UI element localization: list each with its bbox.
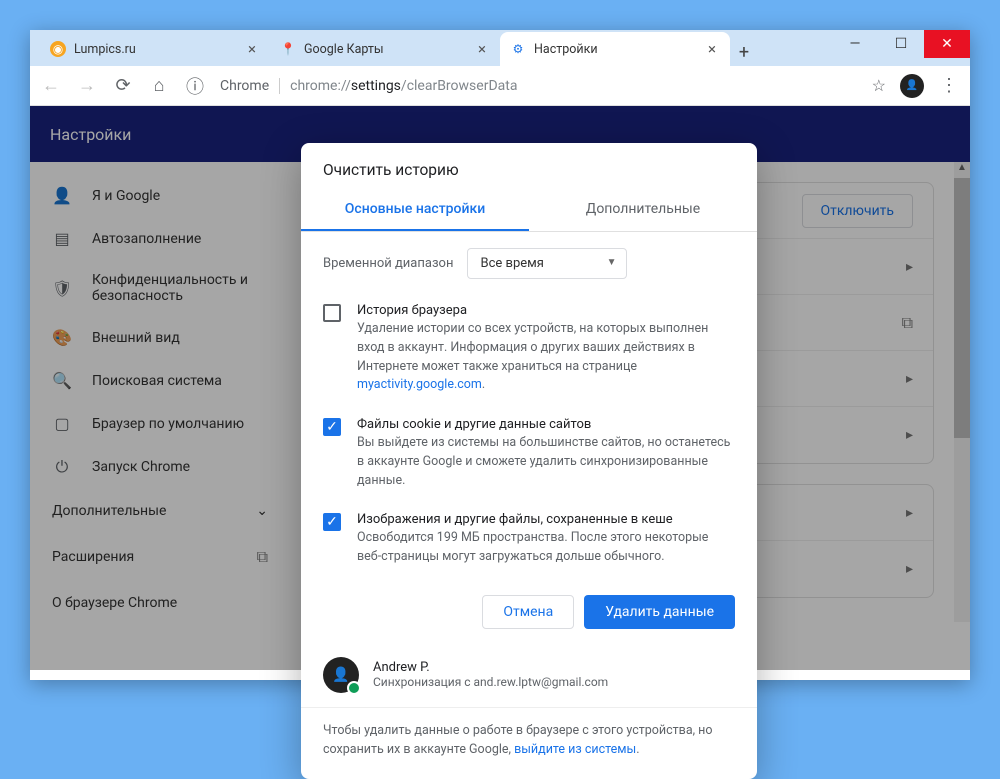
option-text: Изображения и другие файлы, сохраненные … [357,512,735,567]
reload-button[interactable]: ⟳ [112,75,134,96]
tab-advanced[interactable]: Дополнительные [529,189,757,231]
dialog-tabs: Основные настройки Дополнительные [301,189,757,232]
tab-strip: ◉ Lumpics.ru × 📍 Google Карты × ⚙ Настро… [30,30,970,66]
tab-title: Lumpics.ru [74,42,136,57]
profile-avatar[interactable]: 👤 [900,74,924,98]
back-button[interactable]: ← [40,75,62,96]
tab-google-maps[interactable]: 📍 Google Карты × [270,32,500,66]
omnibox[interactable]: Chrome chrome://settings/clearBrowserDat… [220,78,858,94]
url-path: /clearBrowserData [401,78,518,94]
option-text: История браузера Удаление истории со все… [357,303,735,395]
option-title: Файлы cookie и другие данные сайтов [357,417,735,432]
dialog-user-row: 👤 Andrew P. Синхронизация с and.rew.lptw… [301,643,757,708]
tab-lumpics[interactable]: ◉ Lumpics.ru × [40,32,270,66]
time-range-row: Временной диапазон Все время ▼ [301,232,757,295]
time-range-select[interactable]: Все время ▼ [467,248,627,279]
url-scheme: chrome:// [290,78,351,94]
time-range-label: Временной диапазон [323,256,453,271]
time-range-value: Все время [480,256,543,271]
close-button[interactable]: ✕ [924,30,970,58]
forward-button[interactable]: → [76,75,98,96]
checkbox[interactable]: ✓ [323,418,341,436]
bookmark-star-icon[interactable]: ☆ [872,76,886,95]
address-bar: ← → ⟳ ⌂ ⓘ Chrome chrome://settings/clear… [30,66,970,106]
favicon-icon: ◉ [50,41,66,57]
user-avatar: 👤 [323,657,359,693]
sign-out-link[interactable]: выйдите из системы [514,742,636,757]
tab-close-icon[interactable]: × [244,40,260,58]
checkbox[interactable]: ✓ [323,513,341,531]
tab-title: Настройки [534,42,598,57]
tab-title: Google Карты [304,42,384,57]
info-icon[interactable]: ⓘ [184,73,206,99]
home-button[interactable]: ⌂ [148,75,170,96]
user-sync: Синхронизация с and.rew.lptw@gmail.com [373,675,608,689]
sync-badge-icon [347,681,361,695]
option-cookies[interactable]: ✓ Файлы cookie и другие данные сайтов Вы… [301,409,757,504]
checkbox[interactable] [323,304,341,322]
user-info: Andrew P. Синхронизация с and.rew.lptw@g… [373,660,608,689]
cancel-button[interactable]: Отмена [482,595,574,629]
dialog-footer: Чтобы удалить данные о работе в браузере… [301,708,757,779]
dialog-actions: Отмена Удалить данные [301,581,757,643]
option-desc: Вы выйдете из системы на большинстве сай… [357,434,735,490]
tab-close-icon[interactable]: × [474,40,490,58]
chevron-down-icon: ▼ [607,257,617,268]
window-controls: — ☐ ✕ [832,30,970,58]
favicon-icon: 📍 [280,41,296,57]
url-chip: Chrome [220,78,280,94]
option-history[interactable]: История браузера Удаление истории со все… [301,295,757,409]
option-desc: Удаление истории со всех устройств, на к… [357,320,735,395]
option-desc: Освободится 199 МБ пространства. После э… [357,529,735,567]
browser-window: — ☐ ✕ ◉ Lumpics.ru × 📍 Google Карты × ⚙ … [30,30,970,680]
tab-close-icon[interactable]: × [704,40,720,58]
option-title: История браузера [357,303,735,318]
tab-basic[interactable]: Основные настройки [301,189,529,231]
url-host: settings [351,78,401,94]
myactivity-link[interactable]: myactivity.google.com [357,377,482,392]
user-name: Andrew P. [373,660,608,675]
clear-browsing-data-dialog: Очистить историю Основные настройки Допо… [301,143,757,779]
dialog-title: Очистить историю [301,143,757,189]
new-tab-button[interactable]: + [730,38,758,66]
menu-button[interactable]: ⋮ [938,75,960,96]
option-text: Файлы cookie и другие данные сайтов Вы в… [357,417,735,490]
minimize-button[interactable]: — [832,30,878,58]
gear-icon: ⚙ [510,41,526,57]
tab-settings[interactable]: ⚙ Настройки × [500,32,730,66]
option-cache[interactable]: ✓ Изображения и другие файлы, сохраненны… [301,504,757,581]
option-title: Изображения и другие файлы, сохраненные … [357,512,735,527]
clear-data-button[interactable]: Удалить данные [584,595,735,629]
maximize-button[interactable]: ☐ [878,30,924,58]
